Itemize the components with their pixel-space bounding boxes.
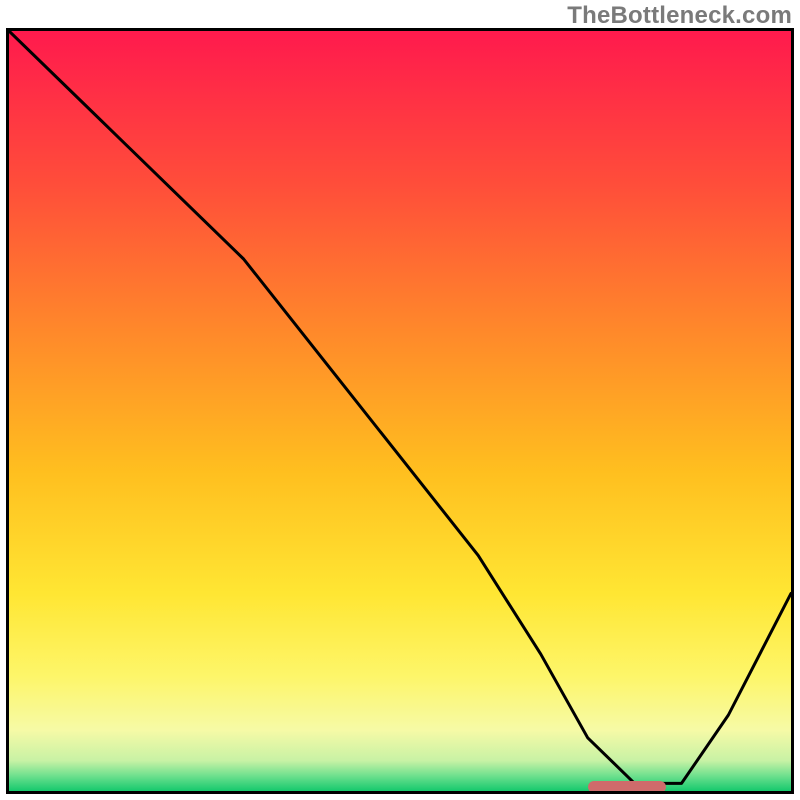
bottleneck-curve xyxy=(9,31,791,791)
watermark-text: TheBottleneck.com xyxy=(567,2,792,30)
chart-frame xyxy=(6,28,794,794)
optimal-range-marker xyxy=(588,781,666,793)
curve-path xyxy=(9,31,791,783)
